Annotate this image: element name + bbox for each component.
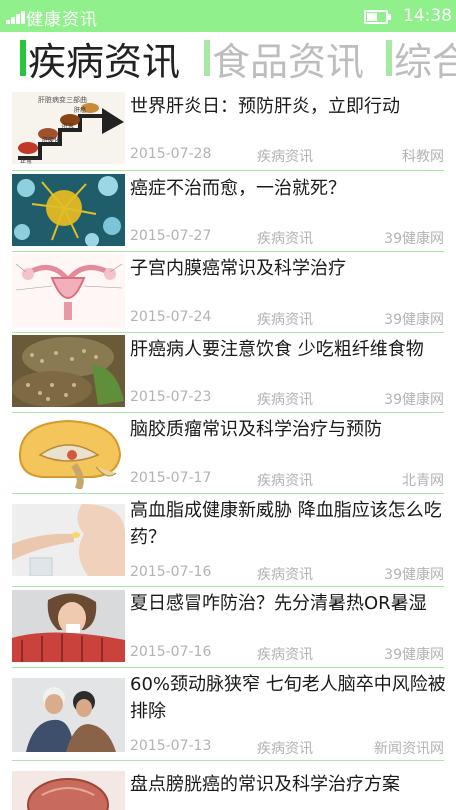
article-date: 2015-07-16 xyxy=(130,564,212,580)
article-thumbnail-brain xyxy=(12,415,125,489)
article-title: 癌症不治而愈，一治就死？ xyxy=(130,178,346,199)
article-item[interactable]: 脑胶质瘤常识及科学治疗与预防 2015-07-17 疾病资讯 北青网 xyxy=(0,413,456,494)
article-thumbnail-uterus xyxy=(12,254,125,328)
article-thumbnail-grains xyxy=(12,335,125,407)
status-bar: 健康资讯 14:38 xyxy=(0,0,456,32)
article-thumbnail-elderly xyxy=(12,678,125,752)
article-title: 脑胶质瘤常识及科学治疗与预防 xyxy=(130,419,382,440)
article-category: 疾病资讯 xyxy=(257,473,313,489)
pivot-header: 疾病资讯 食品资讯 综合 xyxy=(0,36,456,80)
article-date: 2015-07-17 xyxy=(130,470,212,486)
article-item[interactable]: 盘点膀胱癌的常识及科学治疗方案 xyxy=(0,761,456,810)
divider xyxy=(12,170,444,171)
article-date: 2015-07-24 xyxy=(130,309,212,325)
clock: 14:38 xyxy=(403,6,452,26)
article-title: 肝癌病人要注意饮食 少吃粗纤维食物 xyxy=(130,339,424,360)
article-source: 39健康网 xyxy=(384,231,444,247)
thumb-label: 肝炎 xyxy=(62,123,74,130)
tab-food-news[interactable]: 食品资讯 xyxy=(204,36,364,80)
article-category: 疾病资讯 xyxy=(257,312,313,328)
article-category: 疾病资讯 xyxy=(257,741,313,757)
article-thumbnail-cold xyxy=(12,590,125,662)
article-title: 盘点膀胱癌的常识及科学治疗方案 xyxy=(130,774,400,795)
tab-indicator xyxy=(20,40,26,76)
tab-label: 疾病资讯 xyxy=(28,39,181,81)
article-thumbnail-liver: 肝脏病变三部曲 正常 肝硬化 肝癌 肝炎 xyxy=(12,92,125,164)
article-title: 高血脂成健康新威胁 降血脂应该怎么吃药？ xyxy=(130,500,442,548)
article-source: 39健康网 xyxy=(384,647,444,663)
article-date: 2015-07-28 xyxy=(130,146,212,162)
tab-general-news[interactable]: 综合 xyxy=(386,36,456,80)
article-item[interactable]: 60%颈动脉狭窄 七旬老人脑卒中风险被排除 2015-07-13 疾病资讯 新闻… xyxy=(0,668,456,761)
battery-icon xyxy=(364,10,391,24)
tab-disease-news[interactable]: 疾病资讯 xyxy=(20,36,180,80)
article-item[interactable]: 癌症不治而愈，一治就死？ 2015-07-27 疾病资讯 39健康网 xyxy=(0,172,456,252)
article-thumbnail-pill xyxy=(12,504,125,576)
article-source: 北青网 xyxy=(402,473,444,489)
article-item[interactable]: 高血脂成健康新威胁 降血脂应该怎么吃药？ 2015-07-16 疾病资讯 39健… xyxy=(0,494,456,587)
article-source: 科教网 xyxy=(402,149,444,165)
app-title: 健康资讯 xyxy=(26,10,98,30)
article-category: 疾病资讯 xyxy=(257,392,313,408)
tab-label: 食品资讯 xyxy=(212,39,365,81)
thumb-label: 肝癌 xyxy=(74,106,86,114)
thumb-caption: 肝脏病变三部曲 xyxy=(38,95,87,104)
article-date: 2015-07-23 xyxy=(130,389,212,405)
article-item[interactable]: 肝脏病变三部曲 正常 肝硬化 肝癌 肝炎 世界肝炎日：预防肝炎，立即行动 201… xyxy=(0,86,456,172)
article-date: 2015-07-16 xyxy=(130,644,212,660)
article-category: 疾病资讯 xyxy=(257,231,313,247)
article-title: 60%颈动脉狭窄 七旬老人脑卒中风险被排除 xyxy=(130,674,446,722)
thumb-label: 肝硬化 xyxy=(42,136,60,144)
article-source: 新闻资讯网 xyxy=(374,741,444,757)
article-category: 疾病资讯 xyxy=(257,567,313,583)
article-title: 子宫内膜癌常识及科学治疗 xyxy=(130,258,346,279)
tab-indicator xyxy=(386,40,392,76)
article-category: 疾病资讯 xyxy=(257,647,313,663)
article-title: 世界肝炎日：预防肝炎，立即行动 xyxy=(130,96,400,117)
article-source: 39健康网 xyxy=(384,567,444,583)
article-source: 39健康网 xyxy=(384,392,444,408)
article-item[interactable]: 夏日感冒咋防治？先分清暑热OR暑湿 2015-07-16 疾病资讯 39健康网 xyxy=(0,587,456,668)
article-date: 2015-07-27 xyxy=(130,228,212,244)
article-thumbnail-cells xyxy=(12,174,125,246)
article-category: 疾病资讯 xyxy=(257,149,313,165)
tab-indicator xyxy=(204,40,210,76)
tab-label: 综合 xyxy=(394,39,456,81)
article-title: 夏日感冒咋防治？先分清暑热OR暑湿 xyxy=(130,593,427,614)
article-date: 2015-07-13 xyxy=(130,738,212,754)
article-item[interactable]: 子宫内膜癌常识及科学治疗 2015-07-24 疾病资讯 39健康网 xyxy=(0,252,456,333)
article-thumbnail-bladder xyxy=(12,771,125,810)
article-source: 39健康网 xyxy=(384,312,444,328)
thumb-label: 正常 xyxy=(20,157,32,164)
article-item[interactable]: 肝癌病人要注意饮食 少吃粗纤维食物 2015-07-23 疾病资讯 39健康网 xyxy=(0,333,456,413)
